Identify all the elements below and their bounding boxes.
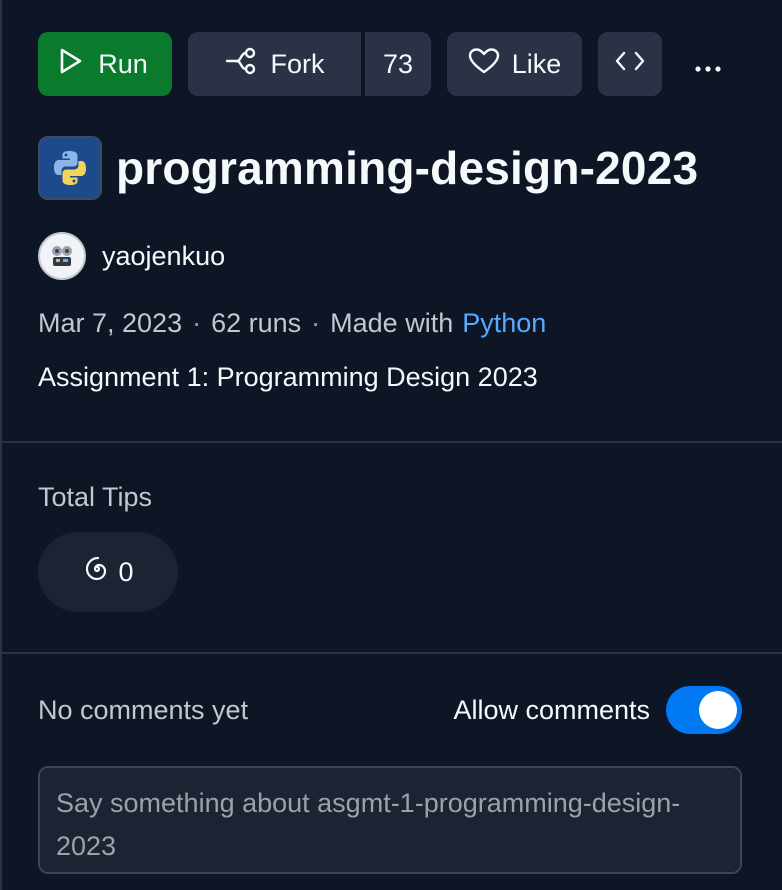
toggle-knob [699, 691, 737, 729]
play-icon [58, 47, 84, 82]
separator-dot: · [311, 308, 321, 338]
fork-group: Fork 73 [188, 32, 431, 96]
total-tips-label: Total Tips [38, 482, 153, 512]
fork-count[interactable]: 73 [361, 32, 431, 96]
more-options-button[interactable] [676, 32, 740, 96]
run-label: Run [98, 48, 148, 79]
title-row: programming-design-2023 [38, 136, 698, 200]
author-name[interactable]: yaojenkuo [102, 241, 225, 272]
language-link[interactable]: Python [462, 308, 546, 339]
divider [2, 441, 782, 443]
like-button[interactable]: Like [447, 32, 582, 96]
allow-comments-label: Allow comments [453, 694, 650, 725]
made-with-label: Made with [330, 308, 454, 338]
heart-icon [468, 47, 500, 82]
tips-count: 0 [118, 556, 134, 587]
embed-button[interactable] [598, 32, 662, 96]
like-label: Like [511, 48, 562, 79]
repl-info-panel: Run Fork 73 Like programming-design-2023… [0, 0, 782, 890]
code-brackets-icon [614, 49, 646, 80]
repl-title: programming-design-2023 [116, 142, 699, 194]
separator-dot: · [192, 308, 202, 338]
run-count: 62 runs [211, 308, 302, 338]
comments-header: No comments yet Allow comments [38, 686, 742, 734]
allow-comments-toggle[interactable] [666, 686, 742, 734]
action-toolbar: Run Fork 73 Like [38, 32, 740, 96]
python-logo-icon [38, 136, 102, 200]
fork-label: Fork [270, 48, 325, 79]
comment-input[interactable] [38, 766, 742, 874]
ellipsis-icon [694, 49, 722, 80]
divider [2, 652, 782, 654]
repl-description: Assignment 1: Programming Design 2023 [38, 362, 538, 392]
avatar[interactable] [38, 232, 86, 280]
allow-comments-control: Allow comments [453, 686, 742, 734]
fork-button[interactable]: Fork [188, 32, 361, 96]
created-date: Mar 7, 2023 [38, 308, 183, 338]
run-button[interactable]: Run [38, 32, 172, 96]
repl-metadata: Mar 7, 2023 · 62 runs · Made with Python [38, 308, 546, 339]
author-row[interactable]: yaojenkuo [38, 232, 225, 280]
spiral-icon [82, 554, 112, 591]
no-comments-text: No comments yet [38, 694, 249, 725]
fork-icon [225, 47, 257, 82]
tip-button[interactable]: 0 [38, 532, 178, 612]
